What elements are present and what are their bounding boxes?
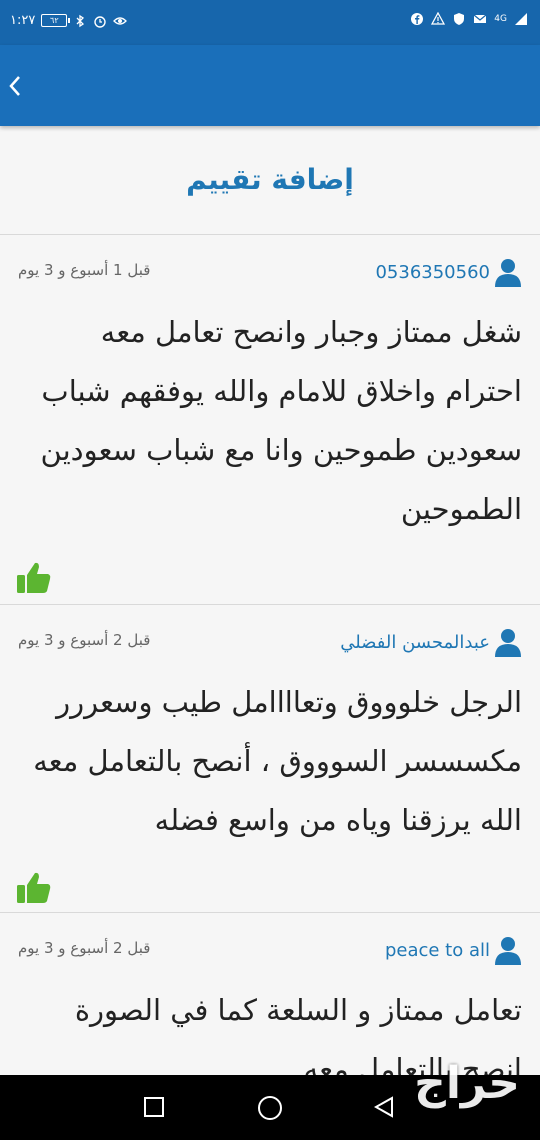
review-header: peace to all قبل 2 أسبوع و 3 يوم xyxy=(0,913,540,981)
add-review-section: إضافة تقييم xyxy=(0,126,540,234)
review-username[interactable]: 0536350560 xyxy=(375,262,490,283)
add-review-link[interactable]: إضافة تقييم xyxy=(186,163,354,196)
user-icon xyxy=(495,259,521,287)
review-user[interactable]: peace to all xyxy=(385,935,522,965)
recents-button[interactable] xyxy=(143,1096,165,1118)
warning-icon xyxy=(431,12,446,25)
battery-icon: ٦٢ xyxy=(41,14,71,27)
bluetooth-icon xyxy=(76,14,85,27)
review-text: الرجل خلوووق وتعاااامل طيب وسعررر مكسسسر… xyxy=(33,685,522,837)
status-bar-right: 4G xyxy=(410,12,528,26)
review-time: قبل 2 أسبوع و 3 يوم xyxy=(18,939,151,957)
status-bar-left: ١:٢٧ ٦٢ xyxy=(10,13,128,28)
thumbs-up-icon[interactable] xyxy=(15,869,53,907)
network-type: 4G xyxy=(494,14,507,24)
haraj-watermark: حراج xyxy=(414,1058,520,1109)
home-button[interactable] xyxy=(257,1095,283,1121)
battery-level: ٦٢ xyxy=(50,16,59,25)
review-username[interactable]: peace to all xyxy=(385,940,490,961)
user-icon xyxy=(495,629,521,657)
alarm-icon xyxy=(94,15,107,28)
review-text: شغل ممتاز وجبار وانصح تعامل معه احترام و… xyxy=(40,315,522,526)
facebook-icon xyxy=(411,13,424,25)
shield-icon xyxy=(454,13,465,25)
review-user[interactable]: عبدالمحسن الفضلي xyxy=(340,627,522,657)
review-item: peace to all قبل 2 أسبوع و 3 يوم تعامل م… xyxy=(0,912,540,1076)
review-header: عبدالمحسن الفضلي قبل 2 أسبوع و 3 يوم xyxy=(0,605,540,673)
status-bar: ١:٢٧ ٦٢ 4G xyxy=(0,0,540,45)
review-item: 0536350560 قبل 1 أسبوع و 3 يوم شغل ممتاز… xyxy=(0,234,540,605)
review-user[interactable]: 0536350560 xyxy=(375,257,522,287)
chevron-left-icon xyxy=(9,75,20,96)
status-time: ١:٢٧ xyxy=(10,13,36,28)
review-header: 0536350560 قبل 1 أسبوع و 3 يوم xyxy=(0,235,540,303)
review-time: قبل 2 أسبوع و 3 يوم xyxy=(18,631,151,649)
review-time: قبل 1 أسبوع و 3 يوم xyxy=(18,261,151,279)
back-nav-button[interactable] xyxy=(373,1096,395,1118)
back-button[interactable] xyxy=(0,45,30,126)
mail-icon xyxy=(473,14,487,23)
eye-icon xyxy=(113,16,128,25)
app-bar xyxy=(0,45,540,126)
thumbs-up-icon[interactable] xyxy=(15,559,53,597)
user-icon xyxy=(495,937,521,965)
review-username[interactable]: عبدالمحسن الفضلي xyxy=(340,632,490,653)
signal-icon xyxy=(515,13,527,25)
review-item: عبدالمحسن الفضلي قبل 2 أسبوع و 3 يوم الر… xyxy=(0,604,540,913)
